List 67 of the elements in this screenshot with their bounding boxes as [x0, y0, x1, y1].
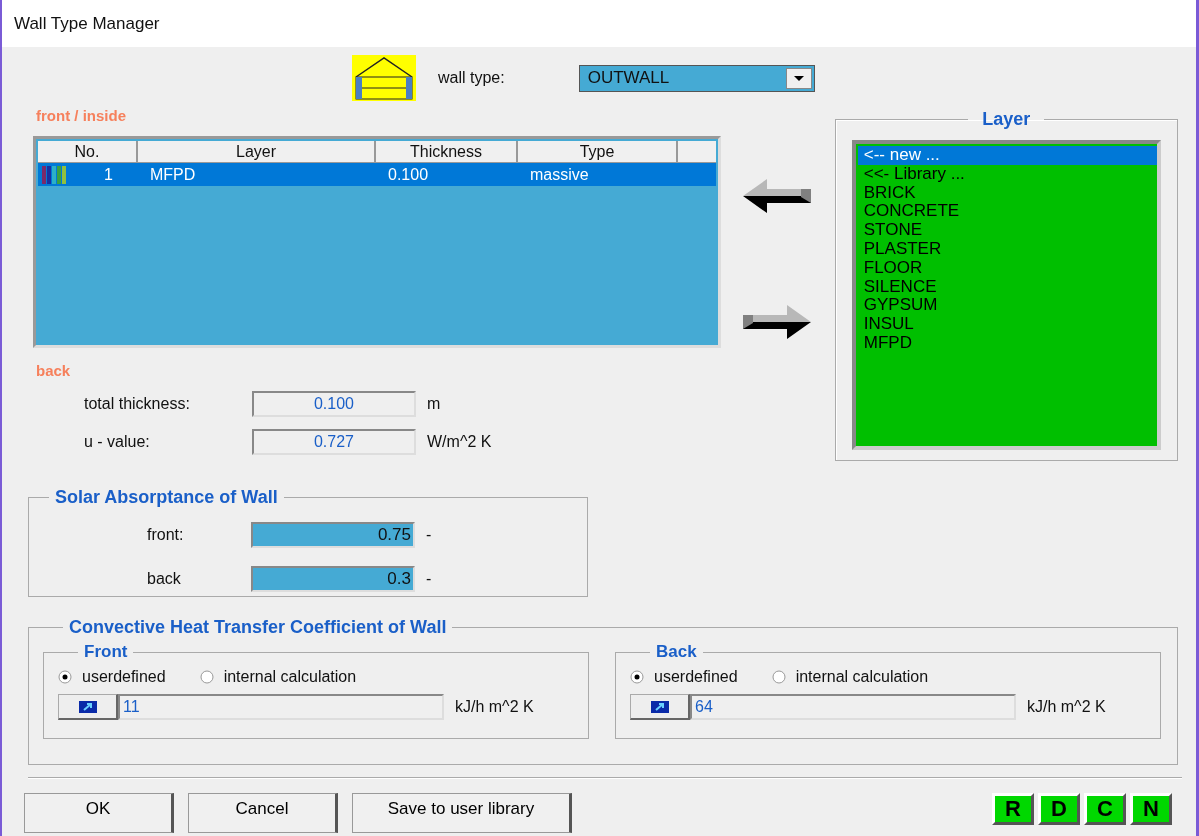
readonly-field: 0.100 — [252, 391, 416, 417]
radio-button[interactable] — [630, 670, 644, 684]
group-title: Layer — [981, 109, 1032, 130]
input-field[interactable]: 0.75 — [251, 522, 415, 548]
unit-label: - — [426, 526, 432, 544]
list-item[interactable]: PLASTER — [857, 240, 1157, 259]
input-field[interactable]: 0.3 — [251, 566, 415, 592]
list-item[interactable]: INSUL — [857, 315, 1157, 334]
input-field[interactable]: 11 — [118, 694, 444, 720]
column-header[interactable]: No. — [38, 141, 138, 163]
wall-type-label: wall type: — [438, 69, 505, 87]
radio-button[interactable] — [771, 670, 786, 684]
readonly-field: 0.727 — [252, 429, 416, 455]
list-item[interactable]: CONCRETE — [857, 202, 1157, 222]
house-icon — [352, 55, 416, 101]
dialog-button[interactable]: Save to user library — [352, 793, 572, 833]
table-row[interactable]: 1 MFPD 0.100 massive — [38, 163, 716, 186]
list-item[interactable]: <<- Library ... — [857, 164, 1157, 184]
column-header — [678, 141, 716, 163]
window-title: Wall Type Manager — [14, 13, 160, 34]
input-field[interactable]: 64 — [690, 694, 1016, 720]
unit-label: m — [427, 395, 441, 413]
unit-label: kJ/h m^2 K — [455, 698, 534, 716]
pick-button[interactable] — [58, 694, 118, 720]
back-label: back — [35, 362, 72, 379]
field-label: front: — [146, 526, 185, 544]
mode-button[interactable]: C — [1084, 793, 1126, 825]
unit-label: kJ/h m^2 K — [1027, 698, 1106, 716]
table-cell: massive — [530, 165, 589, 183]
group-title: Convective Heat Transfer Coefficient of Wall — [68, 617, 448, 638]
field-label: u - value: — [83, 433, 151, 451]
mode-button[interactable]: R — [992, 793, 1034, 825]
dropdown-caret-icon[interactable] — [785, 67, 812, 89]
field-label: back — [146, 570, 182, 588]
table-cell: 0.100 — [388, 165, 429, 183]
front-inside-label: front / inside — [35, 107, 127, 124]
pick-button[interactable] — [630, 694, 690, 720]
column-header[interactable]: Thickness — [376, 141, 518, 163]
radio-button[interactable] — [199, 670, 214, 684]
group-title: Back — [655, 642, 698, 662]
radio-label[interactable]: userdefined — [82, 668, 166, 686]
group-title: Front — [83, 642, 129, 662]
group-title: Solar Absorptance of Wall — [54, 487, 279, 508]
radio-label[interactable]: internal calculation — [795, 668, 929, 686]
unit-label: W/m^2 K — [427, 433, 492, 451]
dialog-button[interactable]: Cancel — [188, 793, 338, 833]
list-item[interactable]: SILENCE — [857, 277, 1157, 297]
list-item[interactable]: <-- new ... — [857, 146, 1157, 165]
list-item[interactable]: STONE — [857, 221, 1157, 240]
dialog-button[interactable]: OK — [24, 793, 174, 833]
radio-label[interactable]: userdefined — [654, 668, 738, 686]
mode-button[interactable]: D — [1038, 793, 1080, 825]
table-cell: MFPD — [150, 165, 196, 183]
column-header[interactable]: Type — [518, 141, 678, 163]
wall-type-dropdown[interactable]: OUTWALL — [578, 64, 815, 92]
radio-label[interactable]: internal calculation — [223, 668, 357, 686]
column-header[interactable]: Layer — [138, 141, 376, 163]
table-cell: 1 — [104, 165, 113, 184]
radio-button[interactable] — [58, 670, 72, 684]
list-item[interactable]: MFPD — [857, 333, 1157, 353]
layer-list[interactable]: <-- new ... <<- Library ... BRICK CONCRETE STONE PLASTER FLOOR SILENCE GYPSUM INSUL MFPD — [851, 140, 1161, 450]
list-item[interactable]: BRICK — [857, 183, 1157, 203]
unit-label: - — [426, 570, 432, 588]
list-item[interactable]: GYPSUM — [857, 296, 1157, 316]
mode-button[interactable]: N — [1130, 793, 1172, 825]
field-label: total thickness: — [83, 395, 191, 413]
list-item[interactable]: FLOOR — [857, 258, 1157, 278]
